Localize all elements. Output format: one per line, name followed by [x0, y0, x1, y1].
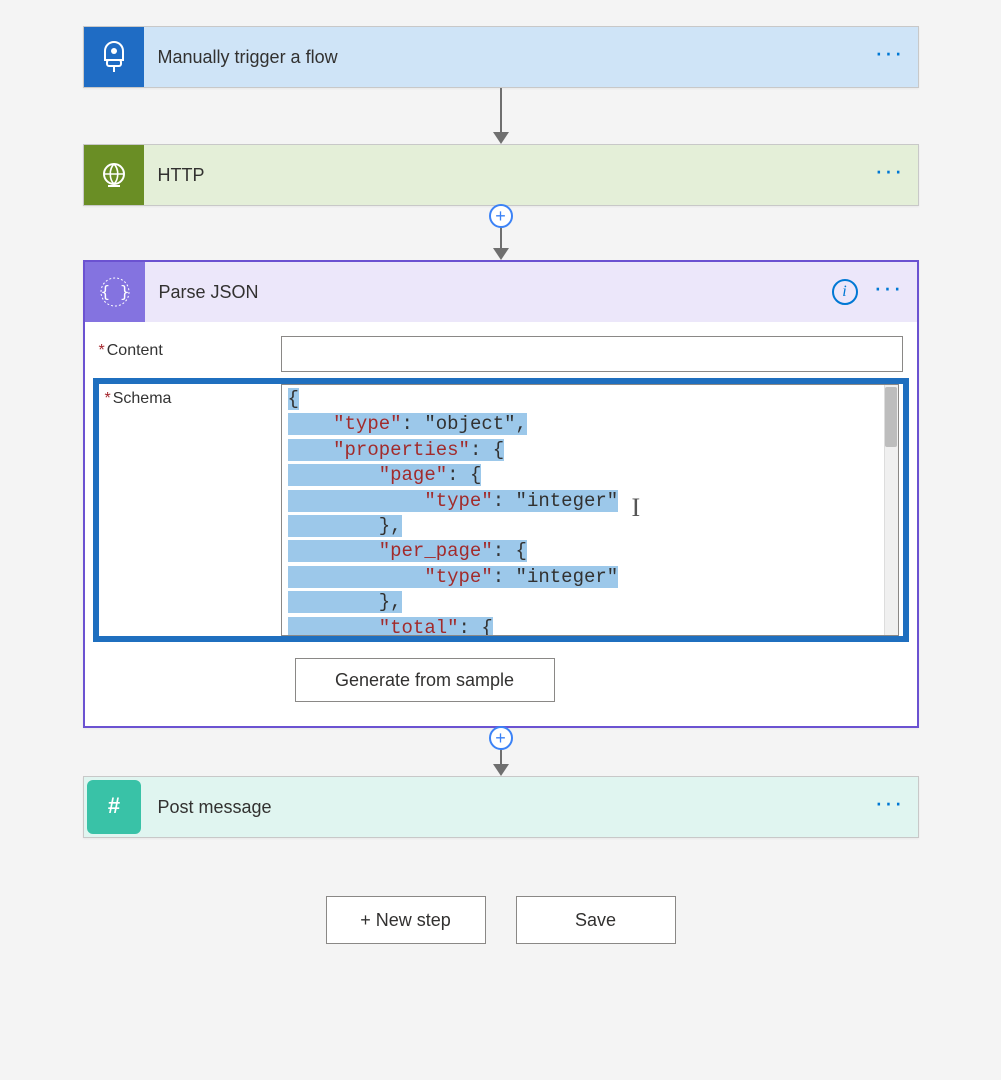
step-http[interactable]: HTTP ···: [83, 144, 919, 206]
scrollbar[interactable]: [884, 385, 898, 635]
required-marker: *: [105, 390, 111, 407]
content-field-row: *Content: [99, 336, 903, 372]
more-menu-icon[interactable]: ···: [874, 282, 903, 302]
scrollbar-thumb[interactable]: [885, 387, 897, 447]
text-cursor-icon: I: [632, 493, 641, 523]
add-action-icon[interactable]: +: [489, 726, 513, 750]
hashtag-icon: #: [87, 780, 141, 834]
footer-buttons: + New step Save: [326, 896, 676, 944]
globe-icon: [84, 145, 144, 205]
more-menu-icon[interactable]: ···: [875, 47, 904, 67]
step-title: Manually trigger a flow: [144, 47, 875, 68]
step-title: Post message: [144, 797, 875, 818]
connector-arrow: [493, 88, 509, 144]
add-action-icon[interactable]: +: [489, 204, 513, 228]
flow-canvas: Manually trigger a flow ··· HTTP ···: [0, 0, 1001, 944]
svg-text:#: #: [107, 793, 119, 818]
content-label: *Content: [99, 336, 281, 360]
schema-textarea[interactable]: { "type": "object", "properties": { "pag…: [281, 384, 899, 636]
content-input[interactable]: [281, 336, 903, 372]
step-parse-json[interactable]: { } Parse JSON i ··· *Content *Schema: [83, 260, 919, 728]
more-menu-icon[interactable]: ···: [875, 165, 904, 185]
step-title: HTTP: [144, 165, 875, 186]
required-marker: *: [99, 342, 105, 359]
step-header[interactable]: HTTP ···: [84, 145, 918, 205]
more-menu-icon[interactable]: ···: [875, 797, 904, 817]
generate-from-sample-button[interactable]: Generate from sample: [295, 658, 555, 702]
braces-icon: { }: [85, 262, 145, 322]
step-post-message[interactable]: # Post message ···: [83, 776, 919, 838]
schema-field-highlight: *Schema { "type": "object", "properties"…: [93, 378, 909, 642]
step-title: Parse JSON: [145, 282, 832, 303]
save-button[interactable]: Save: [516, 896, 676, 944]
step-header[interactable]: { } Parse JSON i ···: [85, 262, 917, 322]
info-icon[interactable]: i: [832, 279, 858, 305]
new-step-button[interactable]: + New step: [326, 896, 486, 944]
step-manually-trigger[interactable]: Manually trigger a flow ···: [83, 26, 919, 88]
parse-json-body: *Content *Schema { "type": "object", "pr…: [85, 322, 917, 726]
step-header[interactable]: Manually trigger a flow ···: [84, 27, 918, 87]
svg-text:{ }: { }: [100, 282, 129, 301]
connector-arrow: +: [493, 728, 509, 776]
trigger-icon: [84, 27, 144, 87]
connector-arrow: +: [493, 206, 509, 260]
schema-label: *Schema: [99, 384, 281, 636]
step-header[interactable]: # Post message ···: [84, 777, 918, 837]
